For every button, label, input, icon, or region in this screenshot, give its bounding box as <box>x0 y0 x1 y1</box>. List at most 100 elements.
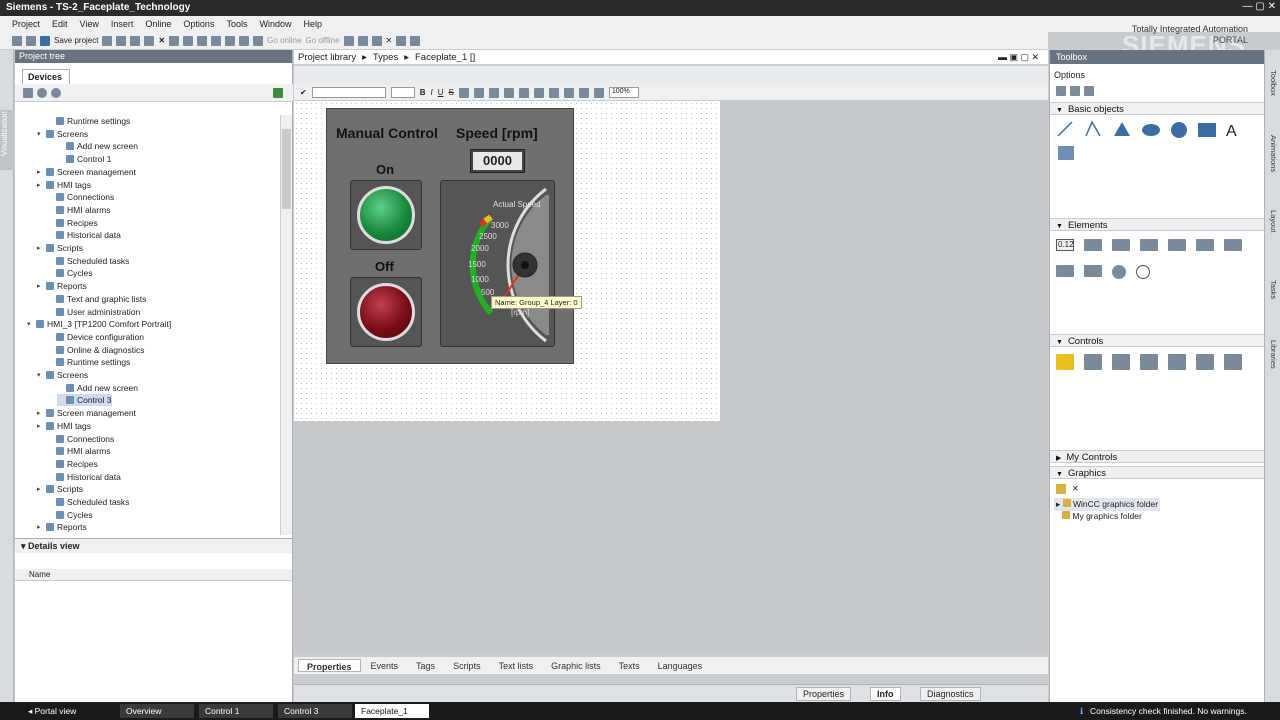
check-icon[interactable]: ✔ <box>300 88 307 97</box>
layout-vertical-icon[interactable] <box>410 35 421 46</box>
tree-item[interactable]: ▸ Reports <box>37 280 87 292</box>
on-button[interactable] <box>350 180 422 250</box>
tab-texts[interactable]: Texts <box>611 659 648 672</box>
tree-item[interactable]: ▸ Screen management <box>37 407 136 419</box>
align-icon[interactable] <box>458 87 469 98</box>
upload-icon[interactable] <box>225 35 236 46</box>
task-faceplate-1[interactable]: Faceplate_1 <box>355 704 429 718</box>
task-control-3[interactable]: Control 3 <box>278 704 352 718</box>
tree-item[interactable]: Device configuration <box>47 331 144 343</box>
tree-item[interactable]: Add new screen <box>57 382 138 394</box>
right-tab-libraries[interactable]: Libraries <box>1265 340 1280 369</box>
tree-item[interactable]: Connections <box>47 433 114 445</box>
gauge-icon[interactable] <box>1112 265 1126 279</box>
controls-section[interactable]: ▼ Controls <box>1050 334 1265 347</box>
tree-item[interactable]: ▸ Scripts <box>37 483 83 495</box>
tree-item[interactable]: Connections <box>47 191 114 203</box>
paste-icon[interactable] <box>144 35 155 46</box>
strikethrough-icon[interactable]: S <box>449 88 454 97</box>
simulate-icon[interactable] <box>239 35 250 46</box>
tree-item[interactable]: ▸ Reports <box>37 521 87 533</box>
task-overview[interactable]: Overview <box>120 704 194 718</box>
print-icon[interactable] <box>102 35 113 46</box>
text-color-icon[interactable] <box>473 87 484 98</box>
inspector-diagnostics-tab[interactable]: Diagnostics <box>920 687 981 701</box>
tab-scripts[interactable]: Scripts <box>445 659 489 672</box>
tree-item[interactable]: Cycles <box>47 509 93 521</box>
expand-arrow-icon[interactable]: ▸ <box>37 485 43 493</box>
inspector-info-tab[interactable]: Info <box>870 687 901 701</box>
menu-tools[interactable]: Tools <box>220 16 253 32</box>
breadcrumb-faceplate[interactable]: Faceplate_1 [] <box>415 52 475 63</box>
expand-arrow-icon[interactable]: ▸ <box>37 523 43 531</box>
tree-item[interactable]: Recipes <box>47 458 98 470</box>
devices-tab[interactable]: Devices <box>22 69 70 84</box>
split-editor-icon[interactable] <box>371 35 382 46</box>
delete-icon[interactable]: ✕ <box>158 36 165 45</box>
copy-icon[interactable] <box>130 35 141 46</box>
line-style-icon[interactable] <box>518 87 529 98</box>
menu-options[interactable]: Options <box>177 16 220 32</box>
open-project-icon[interactable] <box>26 35 36 46</box>
tree-item[interactable]: ▸ HMI tags <box>37 179 91 191</box>
my-graphics-folder[interactable]: My graphics folder <box>1062 511 1142 521</box>
recipe-view-icon[interactable] <box>1168 354 1186 370</box>
cross-reference-icon[interactable] <box>357 35 368 46</box>
menu-help[interactable]: Help <box>297 16 328 32</box>
expand-arrow-icon[interactable]: ▸ <box>37 244 43 252</box>
tab-text-lists[interactable]: Text lists <box>491 659 542 672</box>
tree-item[interactable]: Scheduled tasks <box>47 255 129 267</box>
breadcrumb-types[interactable]: Types <box>373 52 398 63</box>
arrange-icon[interactable] <box>533 87 544 98</box>
user-icon[interactable] <box>1070 86 1080 96</box>
user-view-icon[interactable] <box>1112 354 1130 370</box>
tree-item[interactable]: Scheduled tasks <box>47 496 129 508</box>
details-view-header[interactable]: ▾ Details view <box>15 539 292 553</box>
tree-item[interactable]: HMI alarms <box>47 204 110 216</box>
new-group-icon[interactable] <box>23 88 33 98</box>
expand-arrow-icon[interactable]: ▸ <box>37 409 43 417</box>
visualization-tab[interactable]: Visualization <box>0 110 14 170</box>
zoom-select[interactable]: 100% <box>608 87 639 98</box>
project-tree-scrollbar[interactable] <box>280 115 292 535</box>
tree-item[interactable]: Historical data <box>47 471 121 483</box>
compile-icon[interactable] <box>197 35 208 46</box>
graphics-delete-icon[interactable]: ✕ <box>1072 484 1079 494</box>
bar-icon[interactable] <box>1196 239 1214 251</box>
rotate-icon[interactable] <box>578 87 589 98</box>
font-size-select[interactable] <box>390 87 415 98</box>
save-project-button[interactable]: Save project <box>54 36 98 45</box>
back-icon[interactable] <box>37 88 47 98</box>
alarm-view-icon[interactable] <box>1056 354 1074 370</box>
trend-view-icon[interactable] <box>1084 354 1102 370</box>
tree-item[interactable]: ▸ Scripts <box>37 242 83 254</box>
off-button[interactable] <box>350 277 422 347</box>
tab-properties[interactable]: Properties <box>298 659 361 672</box>
window-controls[interactable]: — ▢ ✕ <box>1243 1 1276 12</box>
wincc-graphics-folder[interactable]: ▸ WinCC graphics folder <box>1054 498 1161 511</box>
right-tab-animations[interactable]: Animations <box>1265 135 1280 172</box>
tree-item[interactable]: Recipes <box>47 217 98 229</box>
tree-item[interactable]: ▾ HMI_3 [TP1200 Comfort Portrait] <box>27 318 171 330</box>
elements-section[interactable]: ▼ Elements <box>1050 218 1265 231</box>
expand-arrow-icon[interactable]: ▸ <box>37 422 43 430</box>
distribute-icon[interactable] <box>548 87 559 98</box>
date-time-icon[interactable] <box>1168 239 1186 251</box>
switch-icon[interactable] <box>1224 239 1242 251</box>
options-label[interactable]: Options <box>1054 70 1085 80</box>
close-editor-icon[interactable]: ✕ <box>386 36 393 45</box>
cut-icon[interactable] <box>116 35 127 46</box>
accessible-devices-icon[interactable] <box>343 35 354 46</box>
tree-item[interactable]: Online & diagnostics <box>47 344 145 356</box>
clock-icon[interactable] <box>1136 265 1150 279</box>
zoom-icon[interactable] <box>593 87 604 98</box>
my-controls-section[interactable]: ▶ My Controls <box>1050 450 1265 463</box>
tree-item[interactable]: Historical data <box>47 229 121 241</box>
right-tab-tasks[interactable]: Tasks <box>1265 280 1280 299</box>
redo-icon[interactable] <box>183 35 194 46</box>
layout-horizontal-icon[interactable] <box>396 35 407 46</box>
save-icon[interactable] <box>40 35 50 46</box>
expand-arrow-icon[interactable]: ▸ <box>37 181 43 189</box>
breadcrumb-project-library[interactable]: Project library <box>298 52 356 63</box>
group-icon[interactable] <box>563 87 574 98</box>
